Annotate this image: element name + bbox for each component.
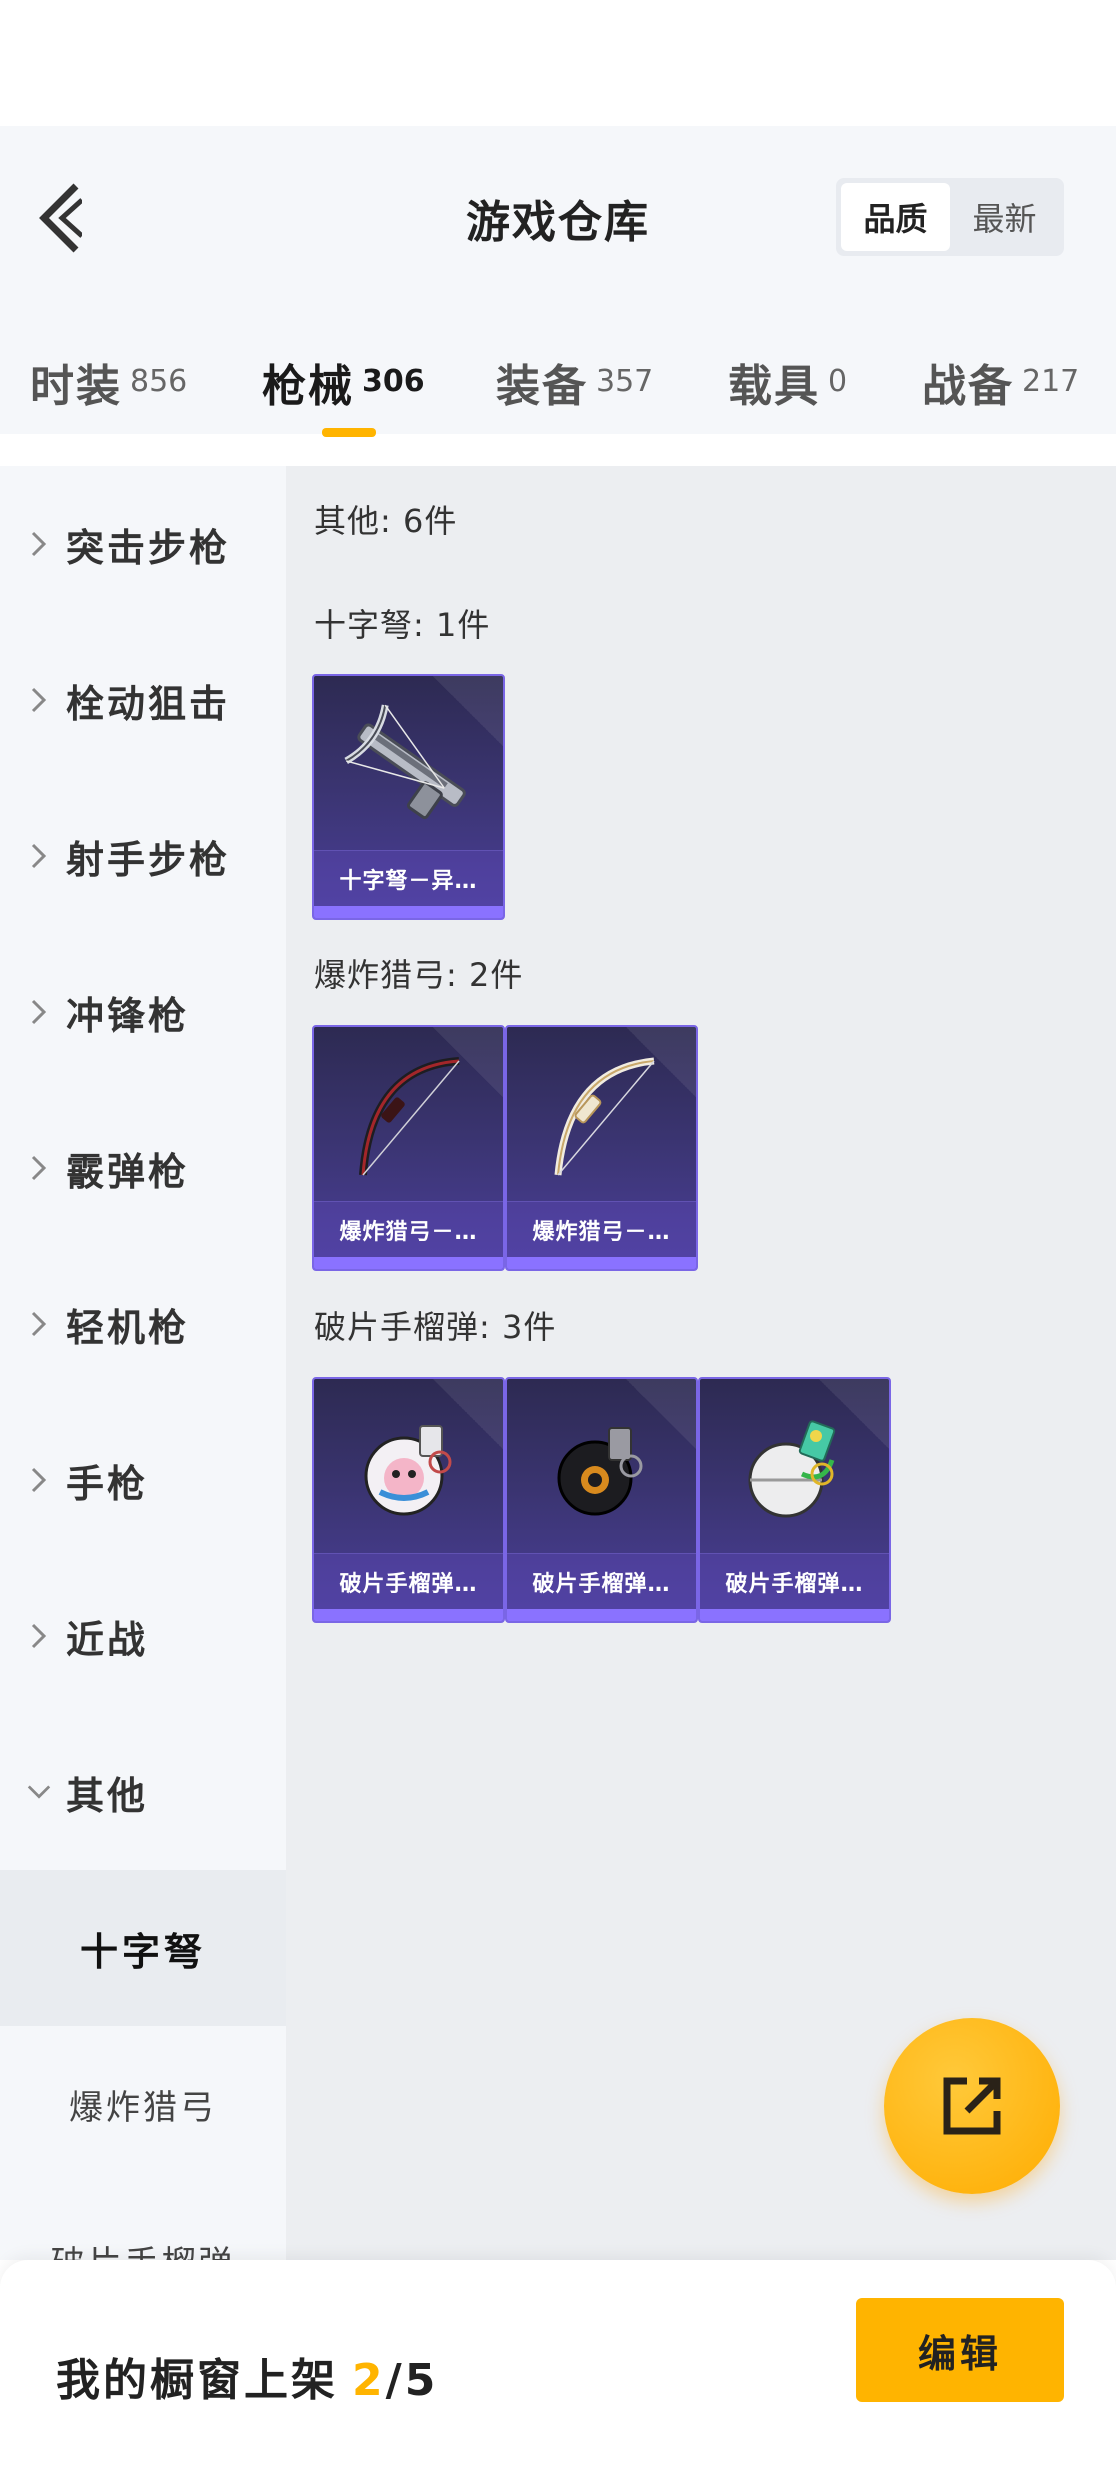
sidebar-item-label: 轻机枪 — [66, 1305, 190, 1350]
item-name-bar: 破片手榴弹… — [314, 1553, 503, 1609]
sidebar-item-label: 其他 — [66, 1773, 149, 1818]
chevron-right-icon — [26, 530, 52, 558]
rarity-bar — [314, 906, 503, 918]
chevron-down-icon — [26, 1783, 52, 1801]
sidebar-item-smg[interactable]: 冲锋枪 — [0, 934, 286, 1090]
sidebar-item-label: 手枪 — [66, 1461, 149, 1506]
item-name: 破片手榴弹… — [725, 1571, 864, 1597]
showcase-status: 我的橱窗上架 2 /5 — [56, 2344, 438, 2408]
bow-white-icon — [507, 1027, 696, 1207]
share-button[interactable] — [884, 2018, 1060, 2194]
item-name-bar: 破片手榴弹… — [507, 1553, 696, 1609]
chevron-right-icon — [26, 998, 52, 1026]
showcase-bar: 我的橱窗上架 2 /5 编辑 — [0, 2260, 1116, 2484]
item-card[interactable]: 破片手榴弹… — [505, 1377, 698, 1623]
sidebar-item-other[interactable]: 其他 — [0, 1714, 286, 1870]
chevron-right-icon — [26, 1154, 52, 1182]
item-list: 其他: 6件 十字弩: 1件 十字弩－异… 爆炸猎弓: 2件 爆炸猎弓－… 爆炸… — [286, 466, 1116, 2260]
category-tabs: 时装 856 枪械 306 装备 357 载具 0 战备 217 — [0, 350, 1116, 434]
chevron-right-icon — [26, 686, 52, 714]
tab-label: 战备 — [922, 361, 1014, 412]
sidebar-item-label: 射手步枪 — [66, 837, 231, 882]
showcase-max-count: /5 — [385, 2355, 439, 2406]
item-name: 破片手榴弹… — [532, 1571, 671, 1597]
tab-fashion[interactable]: 时装 856 — [30, 350, 187, 414]
sidebar-subitem-explosive-bow[interactable]: 爆炸猎弓 — [0, 2026, 286, 2182]
header: 游戏仓库 品质 最新 时装 856 枪械 306 装备 357 载具 0 战备 … — [0, 126, 1116, 434]
item-name: 爆炸猎弓－… — [339, 1219, 478, 1245]
sidebar-item-pistol[interactable]: 手枪 — [0, 1402, 286, 1558]
sidebar-item-assault-rifle[interactable]: 突击步枪 — [0, 466, 286, 622]
sidebar: 突击步枪 栓动狙击 射手步枪 冲锋枪 霰弹枪 轻机枪 手枪 近战 其他 十字弩 … — [0, 466, 286, 2260]
bow-red-icon — [314, 1027, 503, 1207]
section-title-frag-grenade: 破片手榴弹: 3件 — [314, 1308, 557, 1346]
item-row-frag-grenade: 破片手榴弹… 破片手榴弹… 破片手榴弹… — [312, 1377, 891, 1623]
item-card[interactable]: 十字弩－异… — [312, 674, 505, 920]
sidebar-item-label: 冲锋枪 — [66, 993, 190, 1038]
tab-label: 载具 — [728, 361, 820, 412]
showcase-label: 我的橱窗上架 — [56, 2355, 338, 2406]
sort-toggle: 品质 最新 — [836, 178, 1064, 256]
sidebar-subitem-frag-grenade[interactable]: 破片手榴弹 — [0, 2182, 286, 2261]
tab-label: 时装 — [30, 361, 122, 412]
tab-vehicles[interactable]: 载具 0 — [728, 350, 847, 414]
rarity-bar — [700, 1609, 889, 1621]
item-name-bar: 爆炸猎弓－… — [314, 1201, 503, 1257]
rarity-bar — [507, 1609, 696, 1621]
active-tab-indicator — [322, 428, 376, 437]
group-title: 其他: 6件 — [314, 502, 458, 540]
tab-count: 0 — [828, 364, 848, 399]
chevron-right-icon — [26, 1310, 52, 1338]
tab-count: 217 — [1022, 364, 1080, 399]
sidebar-item-label: 霰弹枪 — [66, 1149, 190, 1194]
grenade-white-icon — [700, 1379, 889, 1559]
tab-equipment[interactable]: 装备 357 — [496, 350, 653, 414]
chevron-right-icon — [26, 1466, 52, 1494]
tab-firearms[interactable]: 枪械 306 — [262, 350, 425, 414]
grenade-pink-icon — [314, 1379, 503, 1559]
section-title-explosive-bow: 爆炸猎弓: 2件 — [314, 956, 524, 994]
crossbow-icon — [314, 676, 503, 856]
sidebar-item-label: 栓动狙击 — [66, 681, 231, 726]
rarity-bar — [507, 1257, 696, 1269]
sidebar-item-label: 突击步枪 — [66, 525, 231, 570]
tab-label: 装备 — [496, 361, 588, 412]
item-name: 爆炸猎弓－… — [532, 1219, 671, 1245]
sidebar-subitem-crossbow[interactable]: 十字弩 — [0, 1870, 286, 2026]
item-name-bar: 十字弩－异… — [314, 850, 503, 906]
sidebar-item-bolt-sniper[interactable]: 栓动狙击 — [0, 622, 286, 778]
item-row-crossbow: 十字弩－异… — [312, 674, 505, 920]
item-card[interactable]: 破片手榴弹… — [312, 1377, 505, 1623]
showcase-current-count: 2 — [352, 2355, 386, 2406]
sidebar-item-melee[interactable]: 近战 — [0, 1558, 286, 1714]
item-name-bar: 破片手榴弹… — [700, 1553, 889, 1609]
grenade-black-icon — [507, 1379, 696, 1559]
tab-count: 856 — [130, 364, 188, 399]
chevron-right-icon — [26, 1622, 52, 1650]
tab-label: 枪械 — [262, 361, 354, 412]
item-name: 十字弩－异… — [339, 868, 478, 894]
section-title-crossbow: 十字弩: 1件 — [314, 606, 491, 644]
sort-quality-button[interactable]: 品质 — [841, 183, 950, 251]
sidebar-item-shotgun[interactable]: 霰弹枪 — [0, 1090, 286, 1246]
tab-supplies[interactable]: 战备 217 — [922, 350, 1079, 414]
rarity-bar — [314, 1609, 503, 1621]
share-external-icon — [943, 2077, 1001, 2135]
status-bar — [0, 0, 1116, 126]
sidebar-item-marksman-rifle[interactable]: 射手步枪 — [0, 778, 286, 934]
item-name-bar: 爆炸猎弓－… — [507, 1201, 696, 1257]
chevron-right-icon — [26, 842, 52, 870]
tab-count: 306 — [362, 364, 425, 399]
tab-count: 357 — [596, 364, 654, 399]
sidebar-item-label: 近战 — [66, 1617, 149, 1662]
edit-button[interactable]: 编辑 — [856, 2298, 1064, 2402]
item-card[interactable]: 破片手榴弹… — [698, 1377, 891, 1623]
rarity-bar — [314, 1257, 503, 1269]
item-name: 破片手榴弹… — [339, 1571, 478, 1597]
sidebar-item-lmg[interactable]: 轻机枪 — [0, 1246, 286, 1402]
sort-newest-button[interactable]: 最新 — [950, 183, 1059, 251]
item-row-explosive-bow: 爆炸猎弓－… 爆炸猎弓－… — [312, 1025, 698, 1271]
item-card[interactable]: 爆炸猎弓－… — [505, 1025, 698, 1271]
item-card[interactable]: 爆炸猎弓－… — [312, 1025, 505, 1271]
